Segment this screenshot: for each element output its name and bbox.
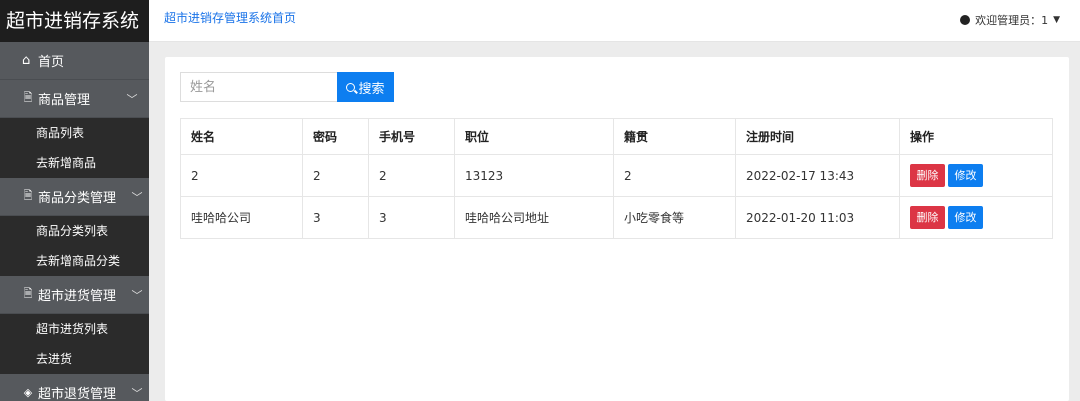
search-button-label: 搜索 [358,81,385,97]
table-row: 2 2 2 13123 2 2022-02-17 13:43 删除 修改 [180,154,1053,197]
column-header: 籍贯 [613,118,736,155]
sidebar-item-home[interactable]: ⌂ 首页 [0,42,149,80]
table-cell-actions: 删除 修改 [899,196,1053,239]
table-cell: 2 [302,154,369,197]
column-header: 注册时间 [735,118,900,155]
table-cell: 2 [180,154,303,197]
edit-button[interactable]: 修改 [948,206,983,229]
table-cell: 2 [613,154,736,197]
table-cell: 2022-02-17 13:43 [735,154,900,197]
sidebar-item-add-category[interactable]: 去新增商品分类 [0,246,149,276]
column-header: 手机号 [368,118,455,155]
layers-icon: ◈ [23,386,33,399]
delete-button[interactable]: 删除 [910,164,945,187]
sidebar-group-product[interactable]: 🗎 商品管理 ﹀ [0,80,149,118]
sidebar-item-purchase-list[interactable]: 超市进货列表 [0,314,149,344]
delete-button[interactable]: 删除 [910,206,945,229]
table-cell: 3 [368,196,455,239]
app-title: 超市进销存系统 [0,0,149,42]
column-header: 职位 [454,118,614,155]
search-input[interactable] [180,72,337,102]
sidebar-item-category-list[interactable]: 商品分类列表 [0,216,149,246]
document-icon: 🗎 [23,287,33,300]
column-header: 操作 [899,118,1053,155]
caret-down-icon: ▼ [1053,15,1060,25]
sidebar: 超市进销存系统 ⌂ 首页 🗎 商品管理 ﹀ 商品列表 去新增商品 🗎 商品分类管… [0,0,149,401]
user-table: 姓名 密码 手机号 职位 籍贯 注册时间 操作 2 2 2 13123 2 20… [180,118,1053,239]
edit-button[interactable]: 修改 [948,164,983,187]
user-label: 欢迎管理员：1 [975,14,1049,27]
table-cell: 哇哈哈公司 [180,196,303,239]
chevron-down-icon: ﹀ [131,190,143,204]
document-icon: 🗎 [23,91,33,104]
sidebar-group-label: 商品分类管理 [38,191,117,206]
table-cell: 2 [368,154,455,197]
sidebar-group-label: 超市进货管理 [38,289,117,304]
chevron-down-icon: ﹀ [126,92,138,106]
table-cell: 3 [302,196,369,239]
sidebar-group-label: 超市退货管理 [38,387,117,401]
column-header: 姓名 [180,118,303,155]
sidebar-item-go-purchase[interactable]: 去进货 [0,344,149,374]
sidebar-group-category[interactable]: 🗎 商品分类管理 ﹀ [0,178,149,216]
user-menu[interactable]: 欢迎管理员：1 ▼ [960,12,1060,28]
sidebar-item-label: 首页 [38,55,65,70]
table-cell: 2022-01-20 11:03 [735,196,900,239]
search-icon [346,82,356,92]
document-icon: 🗎 [23,189,33,202]
sidebar-group-return[interactable]: ◈ 超市退货管理 ﹀ [0,374,149,401]
table-cell-actions: 删除 修改 [899,154,1053,197]
home-icon: ⌂ [22,53,31,68]
table-row: 哇哈哈公司 3 3 哇哈哈公司地址 小吃零食等 2022-01-20 11:03… [180,196,1053,239]
smile-icon [960,15,971,25]
column-header: 密码 [302,118,369,155]
chevron-down-icon: ﹀ [131,386,143,400]
sidebar-group-label: 商品管理 [38,93,91,108]
breadcrumb[interactable]: 超市进销存管理系统首页 [164,9,296,26]
top-bar: 超市进销存管理系统首页 欢迎管理员：1 ▼ [149,0,1080,42]
sidebar-item-add-product[interactable]: 去新增商品 [0,148,149,178]
sidebar-group-purchase[interactable]: 🗎 超市进货管理 ﹀ [0,276,149,314]
search-button[interactable]: 搜索 [337,72,394,102]
table-cell: 小吃零食等 [613,196,736,239]
sidebar-item-product-list[interactable]: 商品列表 [0,118,149,148]
table-header-row: 姓名 密码 手机号 职位 籍贯 注册时间 操作 [180,118,1053,155]
table-cell: 13123 [454,154,614,197]
chevron-down-icon: ﹀ [131,288,143,302]
table-cell: 哇哈哈公司地址 [454,196,614,239]
